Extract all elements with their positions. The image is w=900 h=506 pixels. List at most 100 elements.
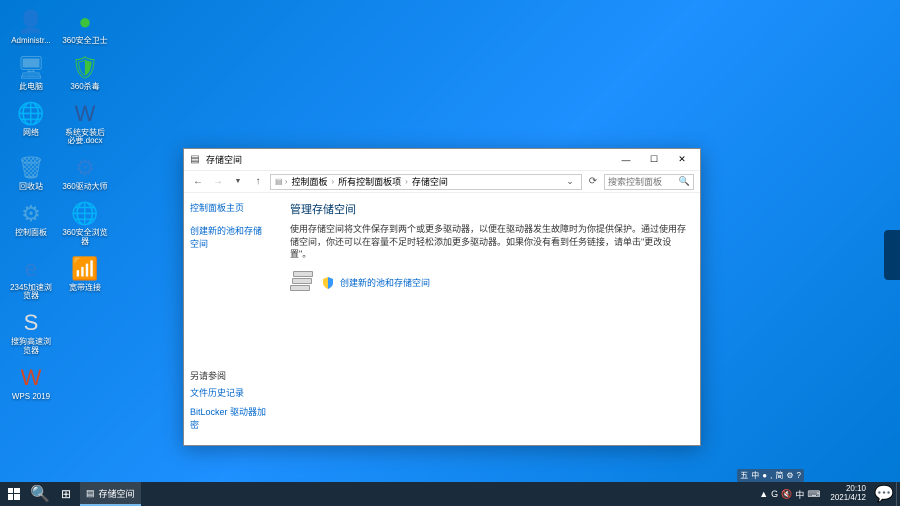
- app-icon: 🖥: [17, 54, 45, 82]
- app-icon: 🌐: [17, 100, 45, 128]
- search-box[interactable]: 🔍: [604, 174, 694, 190]
- minimize-button[interactable]: —: [612, 151, 640, 169]
- search-icon: 🔍: [679, 176, 690, 187]
- icon-label: WPS 2019: [12, 393, 50, 402]
- app-icon: ●: [71, 8, 99, 36]
- desktop-icon[interactable]: ⚙控制面板: [6, 198, 56, 249]
- task-view-button[interactable]: ⊞: [52, 482, 80, 506]
- icon-label: 网络: [23, 129, 39, 138]
- ime-toolbar[interactable]: 五中●,简⚙?: [737, 469, 804, 482]
- maximize-button[interactable]: ☐: [640, 151, 668, 169]
- icon-label: 360安全卫士: [62, 37, 107, 46]
- taskbar-search-button[interactable]: 🔍: [28, 482, 52, 506]
- desktop-icon[interactable]: W系统安装后必要.docx: [60, 98, 110, 149]
- desktop-icon[interactable]: 📶宽带连接: [60, 253, 110, 304]
- tray-icon[interactable]: 🔇: [781, 489, 792, 500]
- system-tray: ▲G🔇中⌨: [755, 488, 824, 501]
- tray-icon[interactable]: ▲: [759, 489, 768, 499]
- sidebar-home-link[interactable]: 控制面板主页: [190, 201, 270, 214]
- chevron-right-icon: ▤ ›: [275, 177, 287, 186]
- ime-item[interactable]: 五: [740, 470, 748, 481]
- storage-icon: ▤: [188, 153, 202, 167]
- back-button[interactable]: ←: [190, 174, 206, 190]
- titlebar: ▤ 存储空间 — ☐ ✕: [184, 149, 700, 171]
- page-heading: 管理存储空间: [290, 201, 686, 217]
- taskbar: 🔍 ⊞ ▤ 存储空间 ▲G🔇中⌨ 20:10 2021/4/12 💬: [0, 482, 900, 506]
- control-panel-window: ▤ 存储空间 — ☐ ✕ ← → ▼ ↑ ▤ › 控制面板 › 所有控制面板项 …: [183, 148, 701, 446]
- icon-label: Administr...: [11, 37, 51, 46]
- desktop-icon[interactable]: 🌐网络: [6, 98, 56, 149]
- icon-label: 2345加速浏览器: [8, 284, 54, 302]
- ime-item[interactable]: ,: [770, 471, 772, 480]
- icon-label: 360驱动大师: [62, 183, 107, 192]
- desktop-icon[interactable]: 🗑回收站: [6, 152, 56, 194]
- sidebar-related-link[interactable]: 文件历史记录: [190, 386, 270, 399]
- edge-assist[interactable]: [884, 230, 900, 280]
- breadcrumb-dropdown[interactable]: ⌄: [563, 176, 577, 187]
- desktop-icon[interactable]: 🛡360杀毒: [60, 52, 110, 94]
- app-icon: 🗑: [17, 154, 45, 182]
- icon-label: 搜狗高速浏览器: [8, 338, 54, 356]
- icon-label: 此电脑: [19, 83, 43, 92]
- clock[interactable]: 20:10 2021/4/12: [824, 485, 872, 503]
- chevron-right-icon: ›: [405, 177, 408, 186]
- close-button[interactable]: ✕: [668, 151, 696, 169]
- start-button[interactable]: [0, 482, 28, 506]
- icon-label: 宽带连接: [69, 284, 101, 293]
- desktop-icon[interactable]: 🌐360安全浏览器: [60, 198, 110, 249]
- app-icon: e: [17, 255, 45, 283]
- desktop-icon[interactable]: WWPS 2019: [6, 362, 56, 404]
- desktop-icon[interactable]: 👤Administr...: [6, 6, 56, 48]
- tray-icon[interactable]: 中: [795, 488, 804, 501]
- breadcrumb-item[interactable]: 所有控制面板项: [338, 175, 401, 188]
- chevron-right-icon: ›: [331, 177, 334, 186]
- shield-icon: [322, 277, 334, 289]
- up-button[interactable]: ↑: [250, 174, 266, 190]
- search-input[interactable]: [608, 177, 679, 187]
- app-icon: 🌐: [71, 200, 99, 228]
- app-icon: 📶: [71, 255, 99, 283]
- ime-item[interactable]: ⚙: [786, 471, 793, 480]
- desktop-icon[interactable]: S搜狗高速浏览器: [6, 307, 56, 358]
- icon-label: 360杀毒: [70, 83, 99, 92]
- app-icon: S: [17, 309, 45, 337]
- icon-label: 360安全浏览器: [62, 229, 108, 247]
- taskbar-app-storage[interactable]: ▤ 存储空间: [80, 482, 141, 506]
- breadcrumb[interactable]: ▤ › 控制面板 › 所有控制面板项 › 存储空间 ⌄: [270, 174, 582, 190]
- storage-icon: ▤: [86, 488, 95, 499]
- desktop-icon[interactable]: ●360安全卫士: [60, 6, 110, 48]
- desktop-icon[interactable]: 🖥此电脑: [6, 52, 56, 94]
- desktop-icon[interactable]: e2345加速浏览器: [6, 253, 56, 304]
- icon-label: 控制面板: [15, 229, 47, 238]
- related-header: 另请参阅: [190, 369, 270, 382]
- drives-icon: [290, 271, 316, 295]
- clock-date: 2021/4/12: [830, 494, 866, 503]
- icon-label: 回收站: [19, 183, 43, 192]
- recent-dropdown[interactable]: ▼: [230, 174, 246, 190]
- ime-item[interactable]: ?: [797, 471, 801, 480]
- desktop-icon[interactable]: ⚙360驱动大师: [60, 152, 110, 194]
- ime-item[interactable]: 中: [751, 470, 759, 481]
- app-icon: W: [17, 364, 45, 392]
- app-icon: W: [71, 100, 99, 128]
- refresh-button[interactable]: ⟳: [586, 174, 600, 190]
- sidebar-create-link[interactable]: 创建新的池和存储空间: [190, 224, 270, 250]
- desktop: 👤Administr...●360安全卫士🖥此电脑🛡360杀毒🌐网络W系统安装后…: [6, 6, 110, 404]
- app-icon: ⚙: [17, 200, 45, 228]
- tray-icon[interactable]: G: [771, 489, 778, 499]
- forward-button: →: [210, 174, 226, 190]
- breadcrumb-item[interactable]: 控制面板: [291, 175, 327, 188]
- show-desktop-button[interactable]: [896, 482, 900, 506]
- content-pane: 管理存储空间 使用存储空间将文件保存到两个或更多驱动器，以便在驱动器发生故障时为…: [276, 193, 700, 445]
- tray-icon[interactable]: ⌨: [807, 489, 820, 500]
- ime-item[interactable]: 简: [775, 470, 783, 481]
- sidebar-related-link[interactable]: BitLocker 驱动器加密: [190, 405, 270, 431]
- create-pool-link[interactable]: 创建新的池和存储空间: [340, 276, 430, 289]
- breadcrumb-item[interactable]: 存储空间: [412, 175, 448, 188]
- taskbar-app-label: 存储空间: [99, 487, 135, 500]
- window-title: 存储空间: [206, 153, 612, 166]
- app-icon: 👤: [17, 8, 45, 36]
- create-pool-action[interactable]: 创建新的池和存储空间: [290, 271, 686, 295]
- action-center-button[interactable]: 💬: [872, 482, 896, 506]
- ime-item[interactable]: ●: [762, 471, 767, 480]
